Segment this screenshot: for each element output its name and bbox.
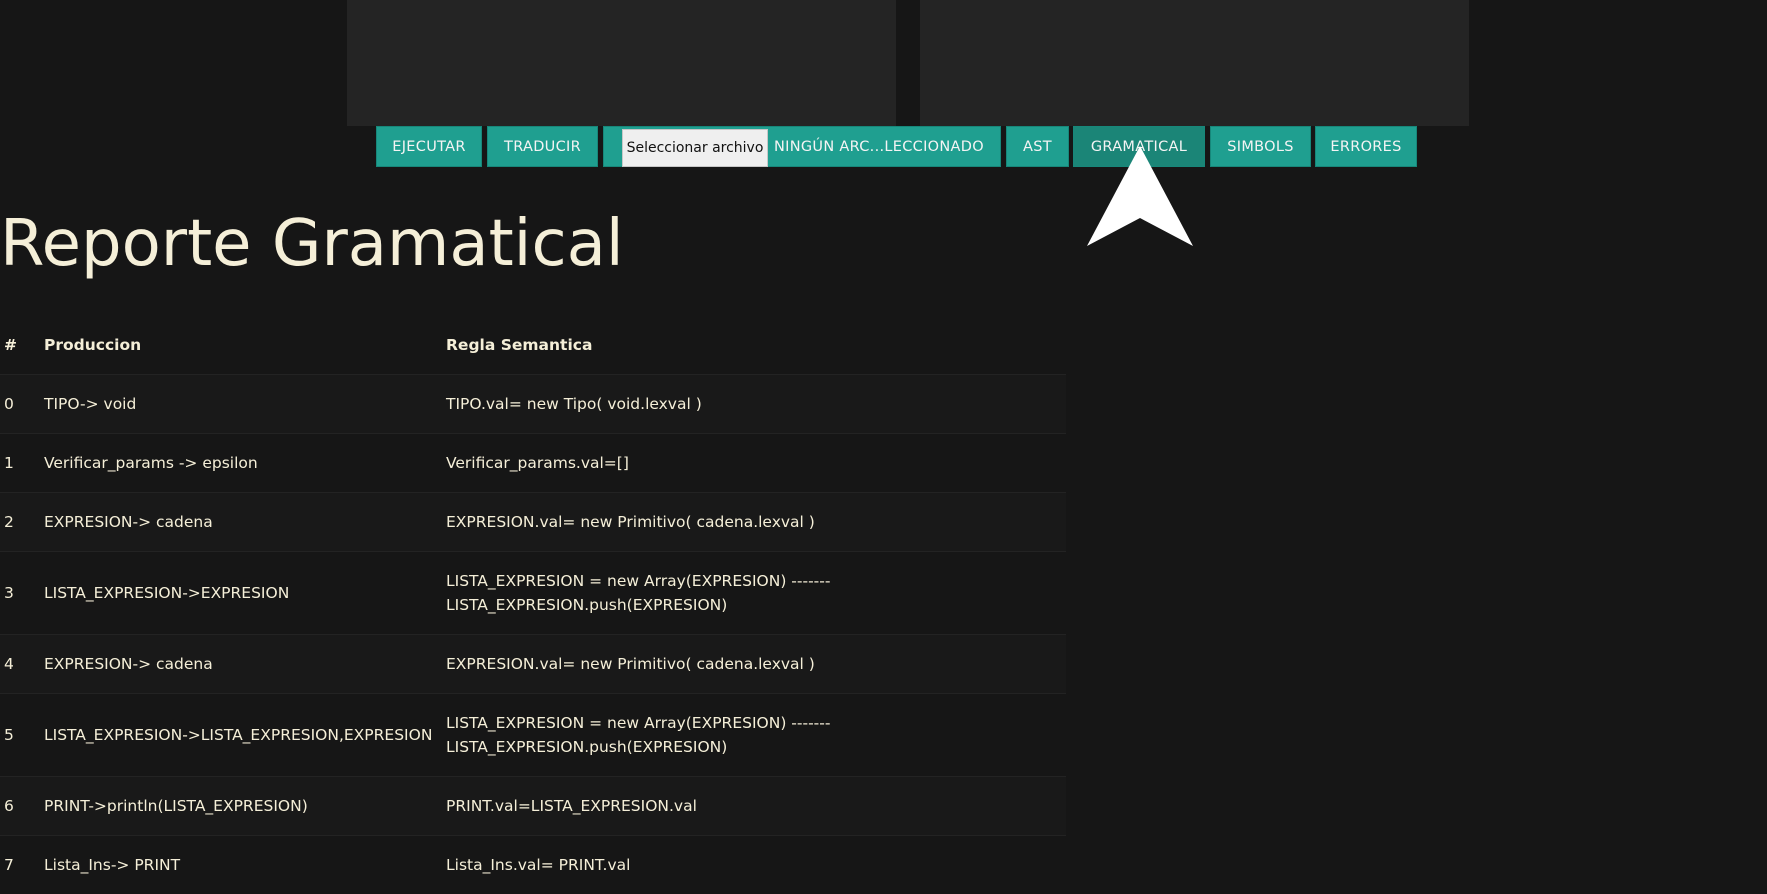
table-row: 5 LISTA_EXPRESION->LISTA_EXPRESION,EXPRE… xyxy=(0,694,1066,777)
table-row: 4 EXPRESION-> cadena EXPRESION.val= new … xyxy=(0,635,1066,694)
row-num: 3 xyxy=(0,552,44,635)
row-num: 0 xyxy=(0,375,44,434)
row-production: LISTA_EXPRESION->LISTA_EXPRESION,EXPRESI… xyxy=(44,694,446,777)
row-production: Verificar_params -> epsilon xyxy=(44,434,446,493)
rule-line: Lista_Ins.val= PRINT.val xyxy=(446,853,1066,877)
table-row: 3 LISTA_EXPRESION->EXPRESION LISTA_EXPRE… xyxy=(0,552,1066,635)
row-rule: LISTA_EXPRESION = new Array(EXPRESION) -… xyxy=(446,552,1066,635)
file-status-label: NINGÚN ARC...LECCIONADO xyxy=(774,139,984,155)
header-num: # xyxy=(0,316,44,375)
choose-file-button[interactable]: Seleccionar archivo xyxy=(622,129,768,167)
row-rule: LISTA_EXPRESION = new Array(EXPRESION) -… xyxy=(446,694,1066,777)
rule-line: PRINT.val=LISTA_EXPRESION.val xyxy=(446,794,1066,818)
rule-line: TIPO.val= new Tipo( void.lexval ) xyxy=(446,392,1066,416)
file-picker[interactable]: Seleccionar archivo NINGÚN ARC...LECCION… xyxy=(603,126,1001,167)
errores-button[interactable]: ERRORES xyxy=(1315,126,1417,167)
rule-line: LISTA_EXPRESION.push(EXPRESION) xyxy=(446,593,1066,617)
row-num: 6 xyxy=(0,777,44,836)
simbols-button[interactable]: SIMBOLS xyxy=(1210,126,1311,167)
editor-input-panel[interactable] xyxy=(347,0,896,126)
ast-button[interactable]: AST xyxy=(1006,126,1069,167)
header-production: Produccion xyxy=(44,316,446,375)
row-rule: TIPO.val= new Tipo( void.lexval ) xyxy=(446,375,1066,434)
grammar-table: # Produccion Regla Semantica 0 TIPO-> vo… xyxy=(0,316,1066,894)
row-production: TIPO-> void xyxy=(44,375,446,434)
table-row: 0 TIPO-> void TIPO.val= new Tipo( void.l… xyxy=(0,375,1066,434)
table-row: 6 PRINT->println(LISTA_EXPRESION) PRINT.… xyxy=(0,777,1066,836)
row-production: Lista_Ins-> PRINT xyxy=(44,836,446,894)
row-rule: PRINT.val=LISTA_EXPRESION.val xyxy=(446,777,1066,836)
ejecutar-button[interactable]: EJECUTAR xyxy=(376,126,482,167)
row-rule: Verificar_params.val=[] xyxy=(446,434,1066,493)
row-num: 5 xyxy=(0,694,44,777)
table-row: 1 Verificar_params -> epsilon Verificar_… xyxy=(0,434,1066,493)
row-num: 1 xyxy=(0,434,44,493)
row-num: 7 xyxy=(0,836,44,894)
rule-line: EXPRESION.val= new Primitivo( cadena.lex… xyxy=(446,510,1066,534)
editor-output-panel[interactable] xyxy=(920,0,1469,126)
row-production: LISTA_EXPRESION->EXPRESION xyxy=(44,552,446,635)
rule-line: Verificar_params.val=[] xyxy=(446,451,1066,475)
row-production: EXPRESION-> cadena xyxy=(44,493,446,552)
rule-line: LISTA_EXPRESION = new Array(EXPRESION) -… xyxy=(446,711,1066,735)
table-row: 2 EXPRESION-> cadena EXPRESION.val= new … xyxy=(0,493,1066,552)
rule-line: EXPRESION.val= new Primitivo( cadena.lex… xyxy=(446,652,1066,676)
row-num: 2 xyxy=(0,493,44,552)
rule-line: LISTA_EXPRESION = new Array(EXPRESION) -… xyxy=(446,569,1066,593)
row-num: 4 xyxy=(0,635,44,694)
table-header-row: # Produccion Regla Semantica xyxy=(0,316,1066,375)
row-production: EXPRESION-> cadena xyxy=(44,635,446,694)
row-rule: Lista_Ins.val= PRINT.val xyxy=(446,836,1066,894)
row-rule: EXPRESION.val= new Primitivo( cadena.lex… xyxy=(446,493,1066,552)
row-rule: EXPRESION.val= new Primitivo( cadena.lex… xyxy=(446,635,1066,694)
toolbar: EJECUTAR TRADUCIR Seleccionar archivo NI… xyxy=(0,126,1767,168)
mouse-pointer-icon xyxy=(1087,146,1193,248)
traducir-button[interactable]: TRADUCIR xyxy=(487,126,598,167)
rule-line: LISTA_EXPRESION.push(EXPRESION) xyxy=(446,735,1066,759)
header-rule: Regla Semantica xyxy=(446,316,1066,375)
table-row: 7 Lista_Ins-> PRINT Lista_Ins.val= PRINT… xyxy=(0,836,1066,894)
row-production: PRINT->println(LISTA_EXPRESION) xyxy=(44,777,446,836)
report-title: Reporte Gramatical xyxy=(0,212,624,276)
